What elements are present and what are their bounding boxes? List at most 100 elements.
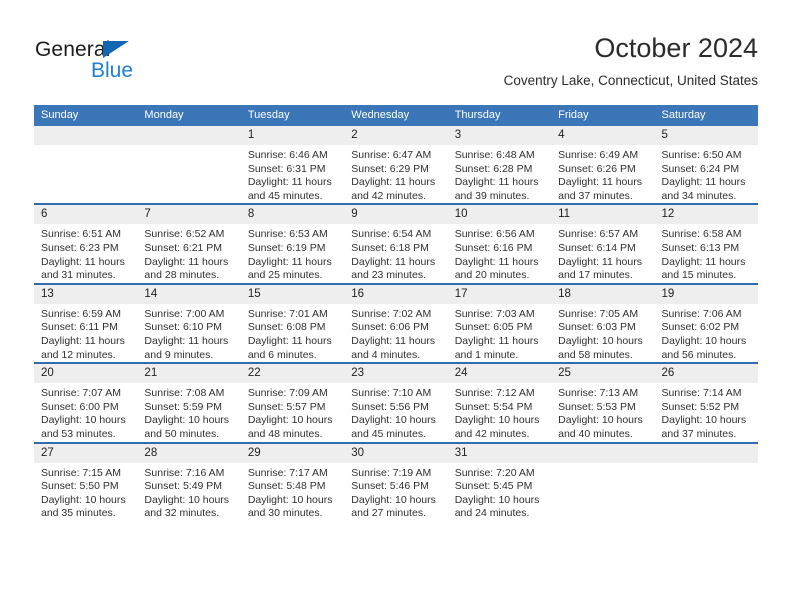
day-details: Sunrise: 7:14 AM Sunset: 5:52 PM Daylight:… [655,383,758,441]
daylight-text: Daylight: 11 hours and 45 minutes. [247,176,332,202]
calendar-day-cell[interactable]: 7 Sunrise: 6:52 AM Sunset: 6:21 PM Daylight… [137,203,241,284]
calendar-day-cell[interactable]: 18 Sunrise: 7:05 AM Sunset: 6:03 PM Dayligh… [551,282,655,364]
calendar-day-cell[interactable]: 22 Sunrise: 7:09 AM Sunset: 5:57 PM Dayligh… [240,362,345,443]
weekday-header-monday: Monday [137,105,241,126]
day-number: 18 [551,284,655,304]
day-number: 27 [34,443,138,463]
general-blue-logo[interactable]: General Blue [35,38,275,88]
sunset-text: Sunset: 6:03 PM [558,321,636,334]
weekday-header-wednesday: Wednesday [344,105,448,126]
day-details: Sunrise: 6:51 AM Sunset: 6:23 PM Daylight:… [34,224,137,282]
calendar-day-cell[interactable]: 2 Sunrise: 6:47 AM Sunset: 6:29 PM Daylight… [344,126,448,205]
day-number: 20 [34,364,138,384]
day-details: Sunrise: 6:54 AM Sunset: 6:18 PM Daylight:… [344,224,447,282]
calendar-week-row: 6 Sunrise: 6:51 AM Sunset: 6:23 PM Daylight… [34,203,758,284]
day-number: 26 [654,364,758,384]
calendar-day-cell[interactable]: 13 Sunrise: 6:59 AM Sunset: 6:11 PM Dayligh… [34,282,138,364]
daylight-text: Daylight: 11 hours and 17 minutes. [558,255,642,282]
daylight-text: Daylight: 11 hours and 15 minutes. [661,255,746,282]
daylight-text: Daylight: 10 hours and 24 minutes. [454,493,540,520]
sunrise-text: Sunrise: 6:53 AM [247,228,328,241]
sunset-text: Sunset: 5:53 PM [558,400,636,413]
page-subtitle: Coventry Lake, Connecticut, United State… [503,73,758,88]
daylight-text: Daylight: 11 hours and 9 minutes. [144,334,229,361]
calendar-day-cell[interactable]: 4 Sunrise: 6:49 AM Sunset: 6:26 PM Daylight… [551,126,655,205]
sunset-text: Sunset: 6:28 PM [454,162,533,175]
sunset-text: Sunset: 5:57 PM [247,400,326,413]
calendar-day-cell[interactable]: 21 Sunrise: 7:08 AM Sunset: 5:59 PM Dayligh… [137,362,241,443]
day-details: Sunrise: 7:17 AM Sunset: 5:48 PM Daylight:… [241,463,344,521]
calendar-week-row: 27 Sunrise: 7:15 AM Sunset: 5:50 PM Dayligh… [34,441,758,521]
sunset-text: Sunset: 5:49 PM [144,480,223,493]
page-title: October 2024 [594,33,758,63]
sunset-text: Sunset: 5:45 PM [454,480,533,493]
day-details: Sunrise: 6:49 AM Sunset: 6:26 PM Daylight:… [551,145,654,203]
day-details: Sunrise: 6:57 AM Sunset: 6:14 PM Daylight:… [551,224,654,282]
calendar-header-row-group: Sunday Monday Tuesday Wednesday Thursday… [34,105,758,126]
day-details: Sunrise: 7:12 AM Sunset: 5:54 PM Daylight:… [448,383,551,441]
daylight-text: Daylight: 11 hours and 25 minutes. [247,255,332,282]
daylight-text: Daylight: 10 hours and 30 minutes. [247,493,333,520]
sunset-text: Sunset: 6:00 PM [41,400,119,413]
calendar-day-cell-empty [654,441,758,521]
daylight-text: Daylight: 10 hours and 45 minutes. [351,414,436,440]
calendar-day-cell[interactable]: 10 Sunrise: 6:56 AM Sunset: 6:16 PM Dayligh… [447,203,552,284]
sunset-text: Sunset: 6:13 PM [661,241,740,254]
sunrise-text: Sunrise: 7:16 AM [144,466,225,479]
calendar-day-cell[interactable]: 12 Sunrise: 6:58 AM Sunset: 6:13 PM Dayligh… [654,203,758,284]
calendar-day-cell[interactable]: 23 Sunrise: 7:10 AM Sunset: 5:56 PM Dayligh… [344,362,448,443]
daylight-text: Daylight: 10 hours and 27 minutes. [351,493,436,520]
calendar-day-cell[interactable]: 24 Sunrise: 7:12 AM Sunset: 5:54 PM Dayligh… [447,362,552,443]
calendar-day-cell[interactable]: 26 Sunrise: 7:14 AM Sunset: 5:52 PM Dayligh… [654,362,758,443]
daylight-text: Daylight: 10 hours and 37 minutes. [661,414,747,440]
sunrise-text: Sunrise: 7:01 AM [247,307,328,320]
calendar-day-cell[interactable]: 19 Sunrise: 7:06 AM Sunset: 6:02 PM Dayligh… [654,282,758,364]
day-number: 7 [137,205,241,225]
calendar-day-cell[interactable]: 27 Sunrise: 7:15 AM Sunset: 5:50 PM Dayligh… [34,441,138,521]
calendar-day-cell[interactable]: 29 Sunrise: 7:17 AM Sunset: 5:48 PM Dayligh… [240,441,345,521]
day-number: 31 [447,443,552,463]
sunrise-text: Sunrise: 6:54 AM [351,228,432,241]
day-number: 16 [344,284,448,304]
sunrise-text: Sunrise: 6:46 AM [247,149,328,161]
calendar-day-cell[interactable]: 11 Sunrise: 6:57 AM Sunset: 6:14 PM Dayligh… [551,203,655,284]
calendar-day-cell[interactable]: 14 Sunrise: 7:00 AM Sunset: 6:10 PM Dayligh… [137,282,241,364]
calendar-day-cell[interactable]: 15 Sunrise: 7:01 AM Sunset: 6:08 PM Dayligh… [240,282,345,364]
logo-text-blue: Blue [91,59,134,82]
sunset-text: Sunset: 6:10 PM [144,321,223,334]
calendar-day-cell[interactable]: 8 Sunrise: 6:53 AM Sunset: 6:19 PM Daylight… [240,203,345,284]
day-number: 13 [34,284,138,304]
sunrise-text: Sunrise: 7:13 AM [558,387,639,400]
day-details: Sunrise: 6:47 AM Sunset: 6:29 PM Daylight:… [344,145,447,203]
sunset-text: Sunset: 6:19 PM [247,241,326,254]
sunrise-sunset-calendar: Sunday Monday Tuesday Wednesday Thursday… [34,105,758,521]
calendar-day-cell[interactable]: 5 Sunrise: 6:50 AM Sunset: 6:24 PM Daylight… [654,126,758,205]
calendar-day-cell[interactable]: 6 Sunrise: 6:51 AM Sunset: 6:23 PM Daylight… [34,203,138,284]
calendar-day-cell[interactable]: 30 Sunrise: 7:19 AM Sunset: 5:46 PM Dayligh… [344,441,448,521]
calendar-day-cell[interactable]: 17 Sunrise: 7:03 AM Sunset: 6:05 PM Dayligh… [447,282,552,364]
calendar-day-cell[interactable]: 20 Sunrise: 7:07 AM Sunset: 6:00 PM Dayligh… [34,362,138,443]
day-number: 12 [654,205,758,225]
calendar-day-cell[interactable]: 3 Sunrise: 6:48 AM Sunset: 6:28 PM Daylight… [447,126,552,205]
title-block: October 2024 Coventry Lake, Connecticut,… [504,32,758,90]
sunrise-text: Sunrise: 7:07 AM [41,387,121,400]
calendar-day-cell[interactable]: 16 Sunrise: 7:02 AM Sunset: 6:06 PM Dayligh… [344,282,448,364]
calendar-week-row: 20 Sunrise: 7:07 AM Sunset: 6:00 PM Dayligh… [34,362,758,443]
calendar-day-cell[interactable]: 25 Sunrise: 7:13 AM Sunset: 5:53 PM Dayligh… [551,362,655,443]
day-number: 9 [344,205,448,225]
sunrise-text: Sunrise: 7:19 AM [351,466,432,479]
day-number [34,126,138,145]
sunrise-text: Sunrise: 6:48 AM [454,149,535,161]
day-details: Sunrise: 6:59 AM Sunset: 6:11 PM Daylight:… [34,304,137,362]
day-details: Sunrise: 7:02 AM Sunset: 6:06 PM Daylight:… [344,304,447,362]
sunrise-text: Sunrise: 7:00 AM [144,307,225,320]
calendar-day-cell[interactable]: 31 Sunrise: 7:20 AM Sunset: 5:45 PM Dayligh… [447,441,552,521]
sunset-text: Sunset: 5:48 PM [247,480,326,493]
sunset-text: Sunset: 6:23 PM [41,241,119,254]
daylight-text: Daylight: 10 hours and 40 minutes. [558,414,643,440]
calendar-day-cell[interactable]: 9 Sunrise: 6:54 AM Sunset: 6:18 PM Daylight… [344,203,448,284]
day-number: 10 [447,205,552,225]
daylight-text: Daylight: 11 hours and 28 minutes. [144,255,229,282]
calendar-day-cell[interactable]: 1 Sunrise: 6:46 AM Sunset: 6:31 PM Daylight… [240,126,345,205]
calendar-day-cell[interactable]: 28 Sunrise: 7:16 AM Sunset: 5:49 PM Dayligh… [137,441,241,521]
